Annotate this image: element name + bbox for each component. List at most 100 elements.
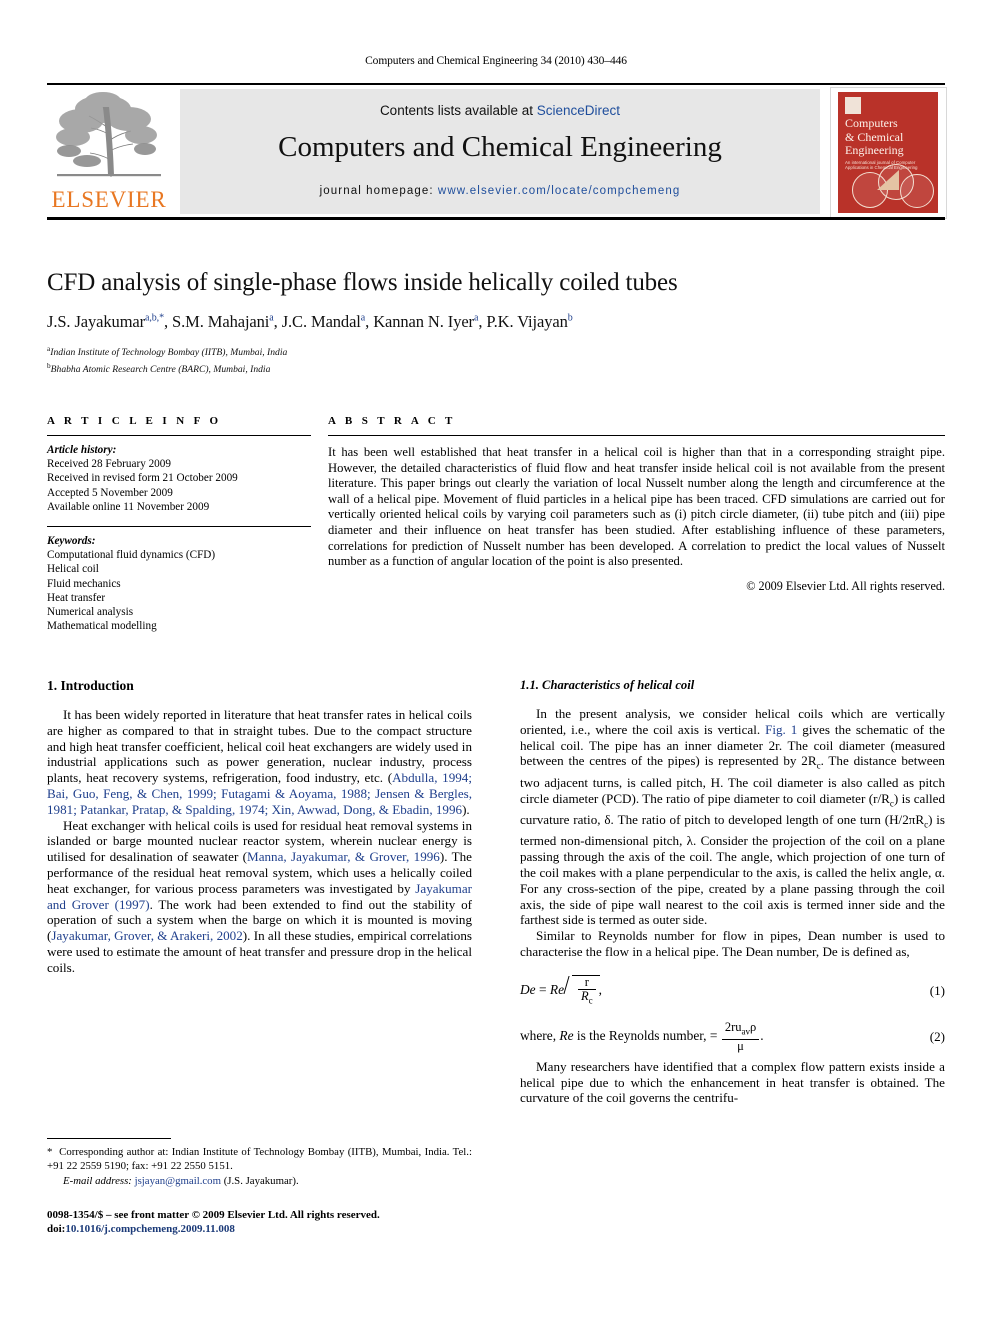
footnote-asterisk: * bbox=[47, 1146, 53, 1159]
article-info-heading: A R T I C L E I N F O bbox=[47, 415, 222, 427]
elsevier-logo: ELSEVIER bbox=[47, 89, 171, 215]
body-column-right: 1.1. Characteristics of helical coil In … bbox=[520, 678, 945, 1106]
eq2-denominator: μ bbox=[721, 1038, 760, 1053]
imprint-doi-line: doi:10.1016/j.compchemeng.2009.11.008 bbox=[47, 1222, 472, 1236]
eq1-lhs: De bbox=[520, 981, 536, 997]
eq1-equals: = bbox=[538, 981, 547, 997]
keywords-label: Keywords: bbox=[47, 535, 96, 548]
eq2-prefix-italic: Re bbox=[559, 1028, 574, 1044]
eq1-trailing: , bbox=[598, 981, 603, 997]
keyword-item: Mathematical modelling bbox=[47, 620, 157, 633]
masthead-center-band: Contents lists available at ScienceDirec… bbox=[180, 89, 820, 214]
cover-title-line2: & Chemical bbox=[845, 129, 904, 144]
abstract-rule bbox=[328, 435, 945, 436]
section-heading-introduction: 1. Introduction bbox=[47, 678, 134, 693]
journal-masthead: ELSEVIER Contents lists available at Sci… bbox=[47, 83, 947, 220]
intro-paragraph-2: Heat exchanger with helical coils is use… bbox=[47, 818, 472, 976]
author-list: J.S. Jayakumara,b,*, S.M. Mahajania, J.C… bbox=[47, 312, 573, 331]
cover-title: Computers & Chemical Engineering bbox=[845, 116, 935, 158]
footnote-rule bbox=[47, 1138, 171, 1140]
body-column-left: 1. Introduction It has been widely repor… bbox=[47, 678, 472, 976]
figure-1-reference[interactable]: Fig. 1 bbox=[765, 722, 797, 737]
email-owner: (J.S. Jayakumar). bbox=[223, 1175, 299, 1188]
article-info-column: A R T I C L E I N F O Article history: R… bbox=[47, 415, 311, 633]
intro-p1-text-b: ). bbox=[462, 801, 470, 817]
equation-2: where, Re is the Reynolds number, = 2rua… bbox=[520, 1021, 945, 1053]
equation-1-body: De = Re r Rc, bbox=[520, 974, 602, 1008]
keyword-item: Numerical analysis bbox=[47, 606, 134, 619]
history-item: Received in revised form 21 October 2009 bbox=[47, 472, 238, 485]
document-page: Computers and Chemical Engineering 34 (2… bbox=[0, 0, 992, 1323]
cover-artwork: Computers & Chemical Engineering An inte… bbox=[838, 92, 938, 213]
keyword-item: Computational fluid dynamics (CFD) bbox=[47, 549, 216, 562]
footnote-body: Corresponding author at: Indian Institut… bbox=[47, 1146, 472, 1172]
cover-title-line1: Computers bbox=[845, 116, 898, 130]
eq1-fraction: r Rc bbox=[578, 974, 596, 1008]
running-head: Computers and Chemical Engineering 34 (2… bbox=[365, 55, 627, 67]
right-paragraph-1: In the present analysis, we consider hel… bbox=[520, 706, 945, 928]
intro-p2-citation-1[interactable]: Manna, Jayakumar, & Grover, 1996 bbox=[247, 849, 440, 864]
history-item: Received 28 February 2009 bbox=[47, 458, 171, 471]
eq1-square-root: r Rc bbox=[564, 974, 600, 1008]
imprint-issn-line: 0098-1354/$ – see front matter © 2009 El… bbox=[47, 1209, 380, 1221]
intro-paragraph-1: It has been widely reported in literatur… bbox=[47, 707, 472, 818]
contents-lists-line: Contents lists available at ScienceDirec… bbox=[180, 103, 820, 118]
homepage-label: journal homepage: bbox=[319, 185, 438, 197]
intro-p2-citation-3[interactable]: Jayakumar, Grover, & Arakeri, 2002 bbox=[51, 928, 242, 943]
keywords-rule bbox=[47, 526, 311, 528]
cover-elsevier-mark bbox=[845, 97, 861, 114]
journal-title: Computers and Chemical Engineering bbox=[278, 131, 722, 163]
affiliation-list: aIndian Institute of Technology Bombay (… bbox=[47, 343, 945, 376]
keyword-list: Keywords: Computational fluid dynamics (… bbox=[47, 534, 311, 633]
elsevier-wordmark: ELSEVIER bbox=[51, 187, 167, 212]
equation-1: De = Re r Rc, (1) bbox=[520, 974, 945, 1008]
eq1-denominator: Rc bbox=[578, 988, 596, 1008]
cover-title-line3: Engineering bbox=[845, 143, 904, 157]
affiliation-b: bBhabha Atomic Research Centre (BARC), M… bbox=[47, 360, 945, 377]
elsevier-tree-icon bbox=[53, 89, 165, 181]
abstract-heading: A B S T R A C T bbox=[328, 415, 456, 427]
article-history-label: Article history: bbox=[47, 444, 117, 456]
eq2-numerator: 2ruavρ bbox=[724, 1020, 757, 1037]
keyword-item: Helical coil bbox=[47, 563, 99, 576]
equation-2-number: (2) bbox=[929, 1029, 945, 1045]
article-history: Article history: Received 28 February 20… bbox=[47, 443, 311, 514]
contents-lists-prefix: Contents lists available at bbox=[379, 103, 537, 118]
affiliation-b-text: Bhabha Atomic Research Centre (BARC), Mu… bbox=[50, 363, 271, 375]
doi-link[interactable]: 10.1016/j.compchemeng.2009.11.008 bbox=[65, 1223, 235, 1235]
homepage-url-link[interactable]: www.elsevier.com/locate/compchemeng bbox=[438, 185, 680, 197]
imprint-block: 0098-1354/$ – see front matter © 2009 El… bbox=[47, 1208, 472, 1236]
equation-1-number: (1) bbox=[929, 982, 945, 998]
abstract-column: A B S T R A C T It has been well establi… bbox=[328, 415, 945, 594]
eq1-numerator: r bbox=[584, 974, 589, 989]
abstract-copyright: © 2009 Elsevier Ltd. All rights reserved… bbox=[746, 578, 945, 593]
keyword-item: Heat transfer bbox=[47, 591, 106, 604]
email-label: E-mail address: bbox=[63, 1175, 132, 1188]
keyword-item: Fluid mechanics bbox=[47, 577, 121, 590]
corresponding-author-footnote: * Corresponding author at: Indian Instit… bbox=[47, 1138, 472, 1189]
doi-label: doi: bbox=[47, 1223, 66, 1235]
footnote-text: * Corresponding author at: Indian Instit… bbox=[47, 1146, 472, 1173]
subsection-heading-characteristics: 1.1. Characteristics of helical coil bbox=[520, 678, 695, 692]
masthead-top-rule bbox=[47, 83, 945, 85]
title-block: CFD analysis of single-phase flows insid… bbox=[47, 268, 945, 376]
history-item: Accepted 5 November 2009 bbox=[47, 486, 173, 499]
eq2-trailing: . bbox=[760, 1028, 764, 1044]
affiliation-a: aIndian Institute of Technology Bombay (… bbox=[47, 343, 945, 360]
footnote-email-line: E-mail address: jsjayan@gmail.com (J.S. … bbox=[47, 1175, 472, 1188]
eq2-prefix-b: is the Reynolds number, bbox=[573, 1028, 707, 1044]
journal-homepage-line: journal homepage: www.elsevier.com/locat… bbox=[180, 185, 820, 197]
history-item: Available online 11 November 2009 bbox=[47, 500, 210, 513]
equation-2-body: where, Re is the Reynolds number, = 2rua… bbox=[520, 1021, 764, 1053]
cover-circle-3 bbox=[900, 174, 934, 208]
email-link[interactable]: jsjayan@gmail.com bbox=[135, 1175, 221, 1187]
page-title: CFD analysis of single-phase flows insid… bbox=[47, 269, 678, 296]
abstract-text: It has been well established that heat t… bbox=[328, 445, 945, 569]
eq2-prefix-a: where, bbox=[520, 1028, 560, 1044]
right-paragraph-3: Many researchers have identified that a … bbox=[520, 1058, 945, 1106]
article-info-rule bbox=[47, 435, 311, 436]
eq2-fraction: 2ruavρ μ bbox=[721, 1020, 760, 1053]
eq1-rhs-factor: Re bbox=[549, 981, 565, 997]
eq2-equals: = bbox=[709, 1028, 718, 1044]
sciencedirect-link[interactable]: ScienceDirect bbox=[537, 103, 620, 118]
